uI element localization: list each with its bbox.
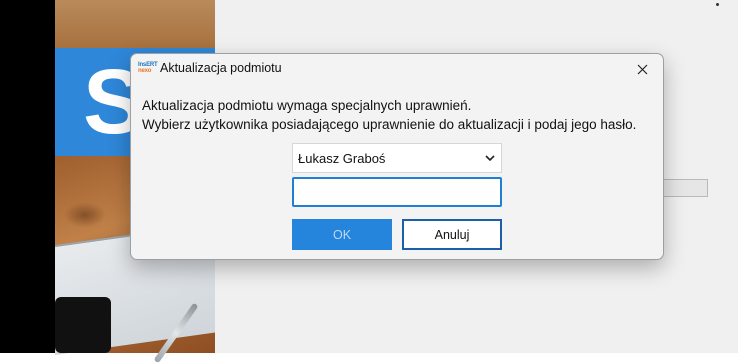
chevron-down-icon: [485, 155, 495, 162]
cancel-button[interactable]: Anuluj: [402, 219, 502, 250]
password-input[interactable]: [292, 177, 502, 207]
insert-nexo-logo-icon: InsERT nexo: [138, 62, 158, 74]
left-dark-strip: [0, 0, 55, 353]
photo-top-area: [55, 0, 215, 48]
user-select-value: Łukasz Graboś: [298, 151, 386, 166]
user-select[interactable]: Łukasz Graboś: [292, 143, 502, 173]
background-field: [662, 179, 708, 197]
close-icon: [637, 64, 648, 75]
message-line-1: Aktualizacja podmiotu wymaga specjalnych…: [142, 98, 472, 113]
close-button[interactable]: [627, 56, 657, 82]
update-entity-dialog: InsERT nexo Aktualizacja podmiotu Aktual…: [130, 53, 664, 260]
phone-image: [55, 297, 111, 353]
dialog-message: Aktualizacja podmiotu wymaga specjalnych…: [142, 96, 657, 134]
dialog-title: Aktualizacja podmiotu: [160, 61, 282, 75]
menu-dot-icon: [716, 3, 719, 6]
message-line-2: Wybierz użytkownika posiadającego uprawn…: [142, 117, 637, 132]
ok-button[interactable]: OK: [292, 219, 392, 250]
dialog-titlebar: InsERT nexo Aktualizacja podmiotu: [131, 54, 663, 84]
